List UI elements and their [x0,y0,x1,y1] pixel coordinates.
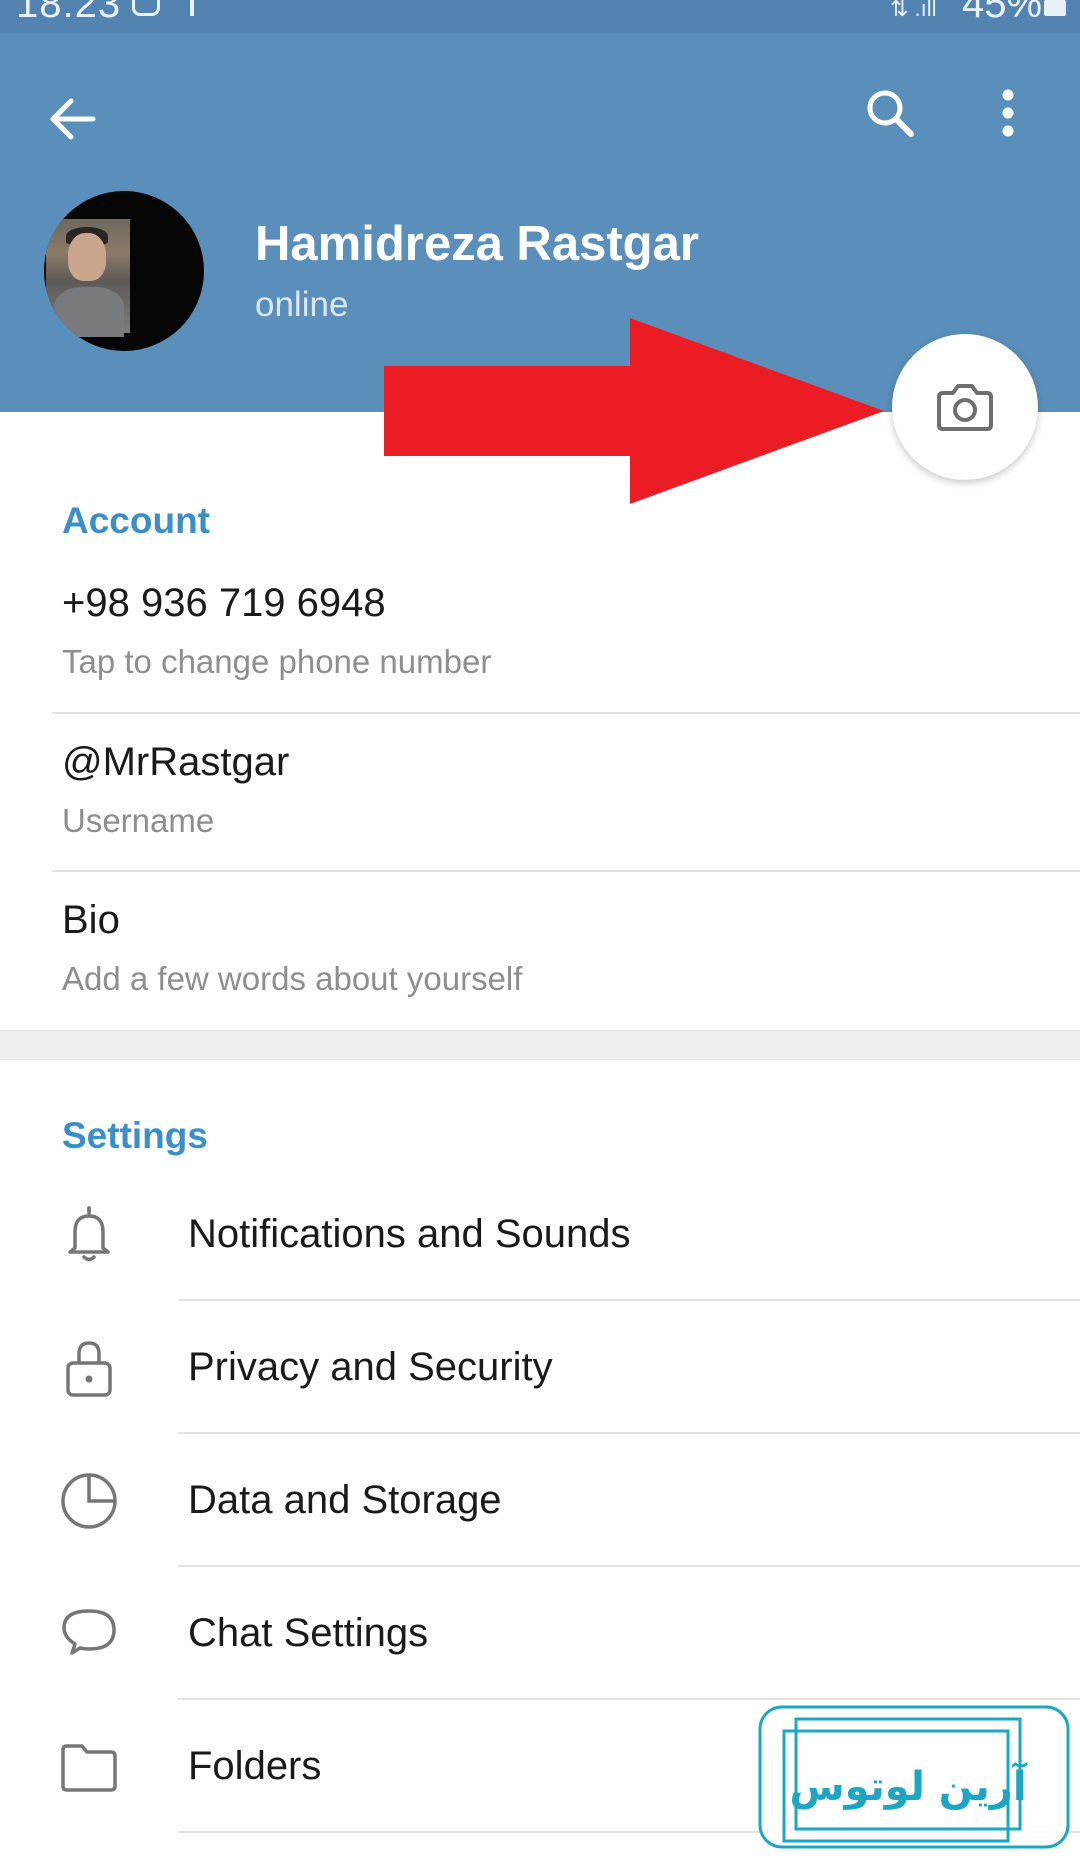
username-hint: Username [62,802,215,839]
bell-icon [68,1206,110,1262]
camera-icon [937,384,993,431]
phone-number-row[interactable]: +98 936 719 6948 Tap to change phone num… [0,568,1080,712]
notification-app-icon [132,0,160,16]
profile-status: online [255,285,349,324]
avatar-face [68,233,106,281]
settings-section-title: Settings [62,1115,208,1156]
settings-item-chat-settings[interactable]: Chat Settings [0,1567,1080,1699]
bio-label: Bio [62,898,120,942]
signal-icon: ⇅ .ıll [890,0,937,21]
username-row[interactable]: @MrRastgar Username [0,714,1080,870]
avatar[interactable] [44,191,204,351]
set-profile-photo-button[interactable] [892,334,1038,480]
settings-item-label: Data and Storage [188,1478,502,1522]
status-bar: 18:23 ⇅ .ıll 45% [0,0,1080,33]
settings-item-label: Chat Settings [188,1611,429,1655]
settings-item-label: Privacy and Security [188,1345,553,1389]
search-icon [867,90,914,137]
watermark-logo: آرین لوتوس [758,1705,1070,1849]
avatar-photo [46,219,130,337]
avatar-shirt [54,287,124,337]
settings-item-privacy[interactable]: Privacy and Security [0,1301,1080,1433]
section-separator [0,1030,1080,1060]
settings-item-notifications[interactable]: Notifications and Sounds [0,1168,1080,1300]
red-arrow-annotation [384,318,884,504]
arrow-left-icon [50,98,96,140]
phone-number-hint: Tap to change phone number [62,643,492,680]
more-vertical-icon [1002,89,1014,137]
folder-icon [61,1744,117,1792]
notification-indicator-icon [190,0,194,16]
profile-settings-screen: 18:23 ⇅ .ıll 45% Hamidreza Rastgar onlin… [0,0,1080,1860]
bio-hint: Add a few words about yourself [62,960,523,997]
lock-icon [66,1341,112,1397]
battery-icon [1044,0,1066,16]
battery-level: 45% [962,0,1043,26]
search-button[interactable] [854,77,926,149]
settings-item-label: Folders [188,1744,322,1788]
username: @MrRastgar [62,740,290,784]
profile-name: Hamidreza Rastgar [255,217,699,271]
pie-chart-icon [61,1473,117,1529]
status-time: 18:23 [16,0,122,26]
settings-item-label: Notifications and Sounds [188,1212,631,1256]
bio-row[interactable]: Bio Add a few words about yourself [0,872,1080,1030]
phone-number: +98 936 719 6948 [62,581,386,625]
settings-item-data-storage[interactable]: Data and Storage [0,1434,1080,1566]
chat-bubble-icon [62,1609,116,1655]
back-button[interactable] [36,83,108,155]
account-section-title: Account [62,500,210,541]
svg-text:آرین لوتوس: آرین لوتوس [789,1761,1027,1810]
more-options-button[interactable] [984,77,1032,149]
